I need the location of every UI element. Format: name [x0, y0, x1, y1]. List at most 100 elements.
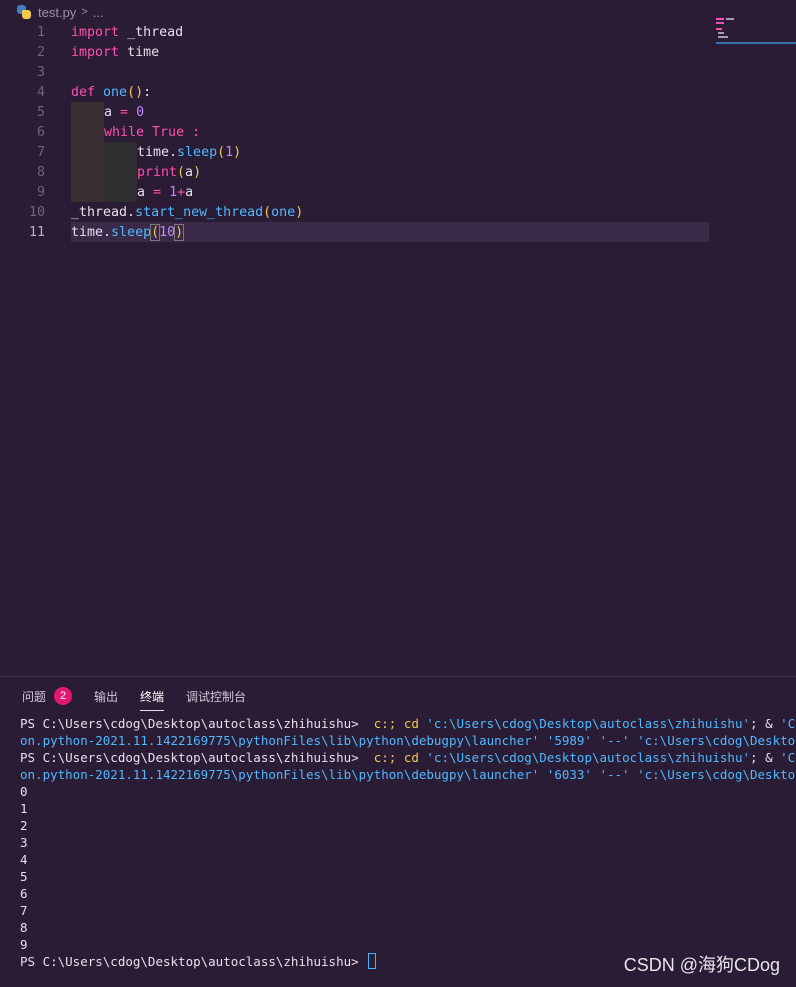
token-paren: ) [135, 84, 144, 100]
code-line[interactable]: 6 while True : [0, 122, 710, 142]
indent-guide [71, 102, 104, 122]
token-keyword: def [71, 84, 96, 100]
bottom-panel: 问题 2 输出 终端 调试控制台 PS C:\Users\cdog\Desktop… [0, 676, 796, 987]
breadcrumb: test.py > ... [0, 0, 796, 24]
token-number: 0 [136, 104, 145, 120]
indent-guide [104, 182, 137, 202]
tab-problems[interactable]: 问题 2 [22, 677, 73, 715]
token-name: a [137, 184, 146, 200]
token-paren: ( [177, 164, 186, 180]
token-name: time [71, 224, 104, 240]
token-name: time [137, 144, 170, 160]
panel-tabs: 问题 2 输出 终端 调试控制台 [0, 677, 796, 715]
token-number: 1 [225, 144, 234, 160]
code-line[interactable]: 2 import time [0, 42, 710, 62]
line-number: 1 [36, 24, 45, 40]
watermark: CSDN @海狗CDog [623, 955, 780, 975]
tab-label: 输出 [94, 689, 119, 704]
tab-label: 终端 [140, 689, 165, 704]
token-name: a [104, 104, 113, 120]
tab-terminal[interactable]: 终端 [140, 677, 165, 715]
token-dot: . [169, 144, 178, 160]
code-line[interactable]: 5 a = 0 [0, 102, 710, 122]
line-number: 9 [36, 184, 45, 200]
indent-guide [71, 162, 104, 182]
token-paren: ) [193, 164, 202, 180]
token-function: one [103, 84, 128, 100]
tab-label: 问题 [22, 689, 47, 704]
line-number: 3 [36, 64, 45, 80]
token-dot: . [127, 204, 136, 220]
terminal-line: PS C:\Users\cdog\Desktop\autoclass\zhihu… [20, 750, 796, 765]
indent-guide [71, 182, 104, 202]
token-name: _thread [71, 204, 128, 220]
tab-debug-console[interactable]: 调试控制台 [186, 677, 246, 715]
code-line-current[interactable]: 11 time. sleep(10) [29, 222, 709, 242]
terminal-output-line: 6 [20, 886, 28, 901]
line-number: 8 [36, 164, 45, 180]
tab-label: 调试控制台 [186, 689, 247, 704]
token-name: _thread [127, 24, 184, 40]
terminal-output-line: 8 [20, 920, 28, 935]
token-paren: ) [174, 223, 185, 241]
terminal-output[interactable]: PS C:\Users\cdog\Desktop\autoclass\zhihu… [20, 715, 796, 970]
code-line[interactable]: 10 _thread. start_new_thread(one) [0, 202, 710, 222]
token-operator: = [153, 184, 162, 200]
token-paren: ( [127, 84, 136, 100]
token-function: one [271, 204, 296, 220]
terminal-line: PS C:\Users\cdog\Desktop\autoclass\zhihu… [20, 716, 796, 731]
token-paren: ) [233, 144, 242, 160]
token-colon: : [192, 124, 201, 140]
terminal-cursor [368, 953, 377, 969]
token-number: 10 [159, 224, 176, 240]
line-number: 4 [36, 84, 45, 100]
token-function: sleep [177, 144, 218, 160]
token-paren: ( [150, 223, 161, 241]
token-name: time [127, 44, 160, 60]
tab-output[interactable]: 输出 [94, 677, 118, 715]
token-builtin: print [137, 164, 178, 180]
line-number: 5 [36, 104, 45, 120]
breadcrumb-separator: > [81, 6, 88, 18]
token-paren: ( [263, 204, 272, 220]
token-paren: ) [295, 204, 304, 220]
token-keyword: import [71, 24, 120, 40]
line-number: 10 [28, 204, 45, 220]
python-file-icon [16, 4, 32, 20]
code-line[interactable]: 9 a = 1 + a [0, 182, 710, 202]
code-line[interactable]: 4 def one(): [0, 82, 710, 102]
token-keyword: import [71, 44, 120, 60]
line-number: 2 [36, 44, 45, 60]
terminal-output-line: 5 [20, 869, 28, 884]
token-keyword: while [104, 124, 145, 140]
breadcrumb-symbols[interactable]: ... [93, 5, 104, 20]
token-name: a [185, 164, 194, 180]
terminal-output-line: 7 [20, 903, 28, 918]
indent-guide [104, 162, 137, 182]
code-line[interactable]: 1 import _thread [0, 22, 710, 42]
code-line[interactable]: 8 print(a) [0, 162, 710, 182]
terminal-line: on.python-2021.11.1422169775\pythonFiles… [20, 767, 796, 782]
terminal-line: on.python-2021.11.1422169775\pythonFiles… [20, 733, 796, 748]
code-editor[interactable]: 1 import _thread 2 import time 3 4 def o… [0, 22, 796, 676]
token-operator: + [177, 184, 186, 200]
terminal-output-line: 2 [20, 818, 28, 833]
token-number: 1 [169, 184, 178, 200]
terminal-output-line: 3 [20, 835, 28, 850]
token-constant: True [152, 124, 185, 140]
indent-guide [71, 122, 104, 142]
line-number: 6 [36, 124, 45, 140]
terminal-output-line: 0 [20, 784, 28, 799]
terminal-output-line: 1 [20, 801, 28, 816]
indent-guide [104, 142, 137, 162]
token-dot: . [103, 224, 112, 240]
token-colon: : [143, 84, 152, 100]
code-line[interactable]: 3 [0, 62, 710, 82]
token-function: sleep [111, 224, 152, 240]
line-number: 7 [36, 144, 45, 160]
indent-guide [71, 142, 104, 162]
token-name: a [185, 184, 194, 200]
problems-count-badge: 2 [54, 687, 73, 705]
code-line[interactable]: 7 time. sleep(1) [0, 142, 710, 162]
breadcrumb-file[interactable]: test.py [38, 5, 76, 20]
